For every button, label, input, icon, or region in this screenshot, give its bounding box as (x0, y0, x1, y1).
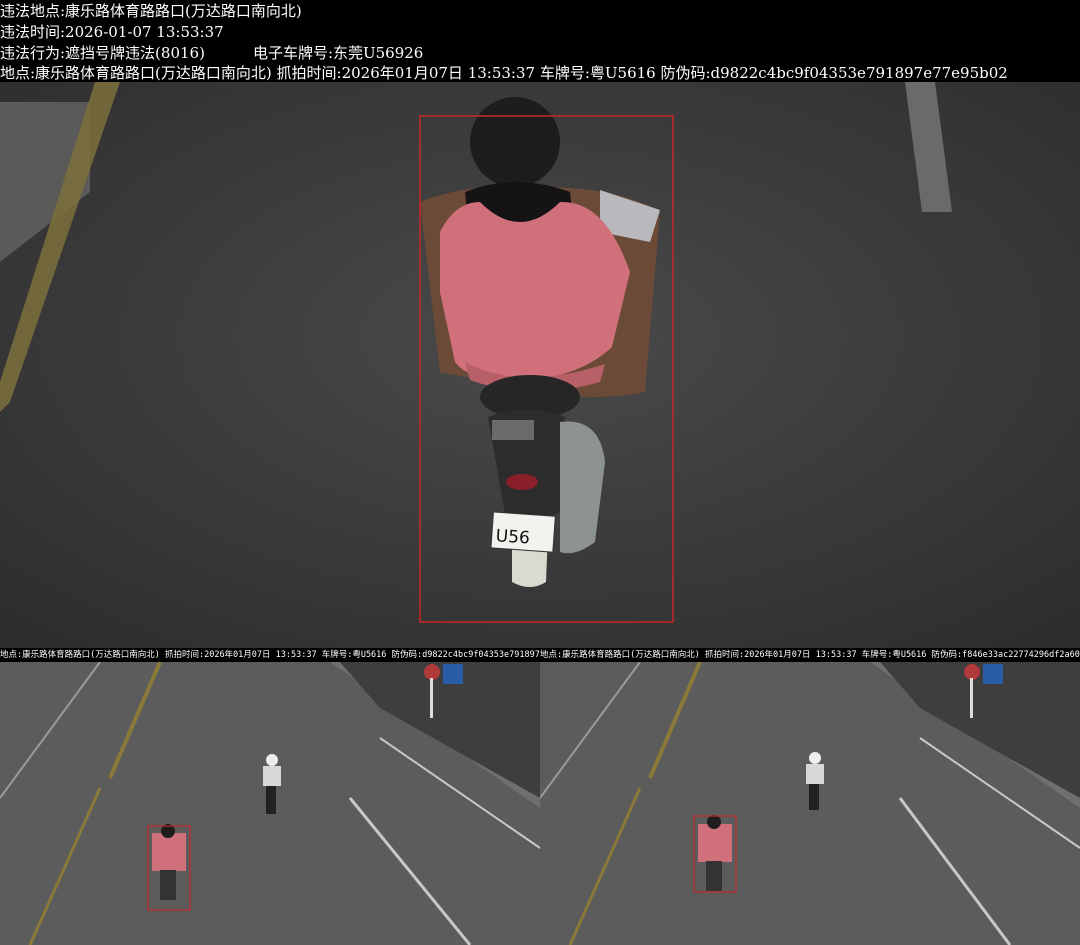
capture-overlay-info: 地点:康乐路体育路路口(万达路口南向北) 抓拍时间:2026年01月07日 13… (0, 64, 1008, 82)
violation-behavior-row: 违法行为:遮挡号牌违法(8016) 电子车牌号:东莞U56926 (0, 43, 423, 63)
wide-scene-right (540, 661, 1080, 945)
violation-info-header: 违法地点:康乐路体育路路口(万达路口南向北) 违法时间:2026-01-07 1… (0, 0, 1080, 82)
violation-time: 违法时间:2026-01-07 13:53:37 (0, 23, 224, 41)
wide-capture-photo-right: 地点:康乐路体育路路口(万达路口南向北) 抓拍时间:2026年01月07日 13… (540, 648, 1080, 945)
wide-capture-caption-left: 地点:康乐路体育路路口(万达路口南向北) 抓拍时间:2026年01月07日 13… (0, 648, 540, 662)
wide-capture-caption-right: 地点:康乐路体育路路口(万达路口南向北) 抓拍时间:2026年01月07日 13… (540, 648, 1080, 662)
closeup-capture-photo: U56 (0, 82, 1080, 648)
wide-scene-left (0, 661, 540, 945)
closeup-scene: U56 (0, 82, 1080, 648)
wide-capture-photo-left: 地点:康乐路体育路路口(万达路口南向北) 抓拍时间:2026年01月07日 13… (0, 648, 540, 945)
electronic-plate: 电子车牌号:东莞U56926 (252, 44, 424, 62)
violation-location: 违法地点:康乐路体育路路口(万达路口南向北) (0, 2, 302, 20)
violation-behavior: 违法行为:遮挡号牌违法(8016) (0, 44, 205, 62)
closeup-license-plate: U56 (495, 526, 530, 548)
